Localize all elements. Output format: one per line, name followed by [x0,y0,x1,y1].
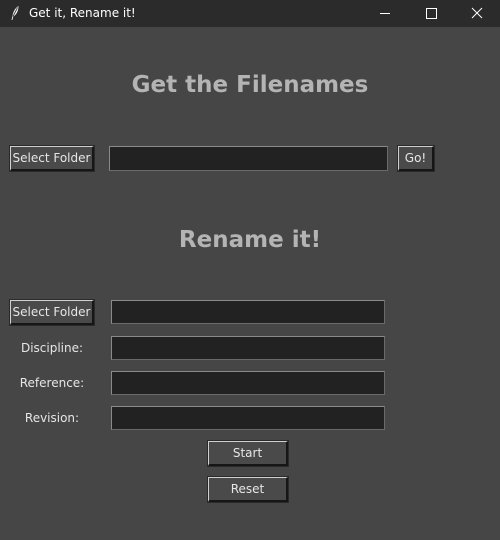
maximize-icon [426,8,437,19]
rename-folder-path-input[interactable] [111,300,385,324]
revision-label: Revision: [24,411,80,425]
reset-button[interactable]: Reset [207,476,289,503]
revision-input[interactable] [111,406,385,430]
get-filenames-heading: Get the Filenames [131,72,369,98]
reference-input[interactable] [111,371,385,395]
maximize-button[interactable] [408,0,454,27]
go-button[interactable]: Go! [397,145,435,172]
select-folder-button-get[interactable]: Select Folder [9,145,95,172]
rename-heading: Rename it! [178,227,322,253]
select-folder-button-rename[interactable]: Select Folder [9,299,95,326]
minimize-icon [380,13,390,14]
reference-label: Reference: [19,376,85,390]
filenames-folder-path-input[interactable] [109,146,388,171]
discipline-label: Discipline: [20,341,84,355]
minimize-button[interactable] [362,0,408,27]
feather-icon [9,5,21,21]
close-icon [471,7,483,19]
window-title: Get it, Rename it! [29,6,136,20]
close-button[interactable] [454,0,500,27]
start-button[interactable]: Start [207,440,289,467]
discipline-input[interactable] [111,336,385,360]
title-bar: Get it, Rename it! [0,0,500,27]
